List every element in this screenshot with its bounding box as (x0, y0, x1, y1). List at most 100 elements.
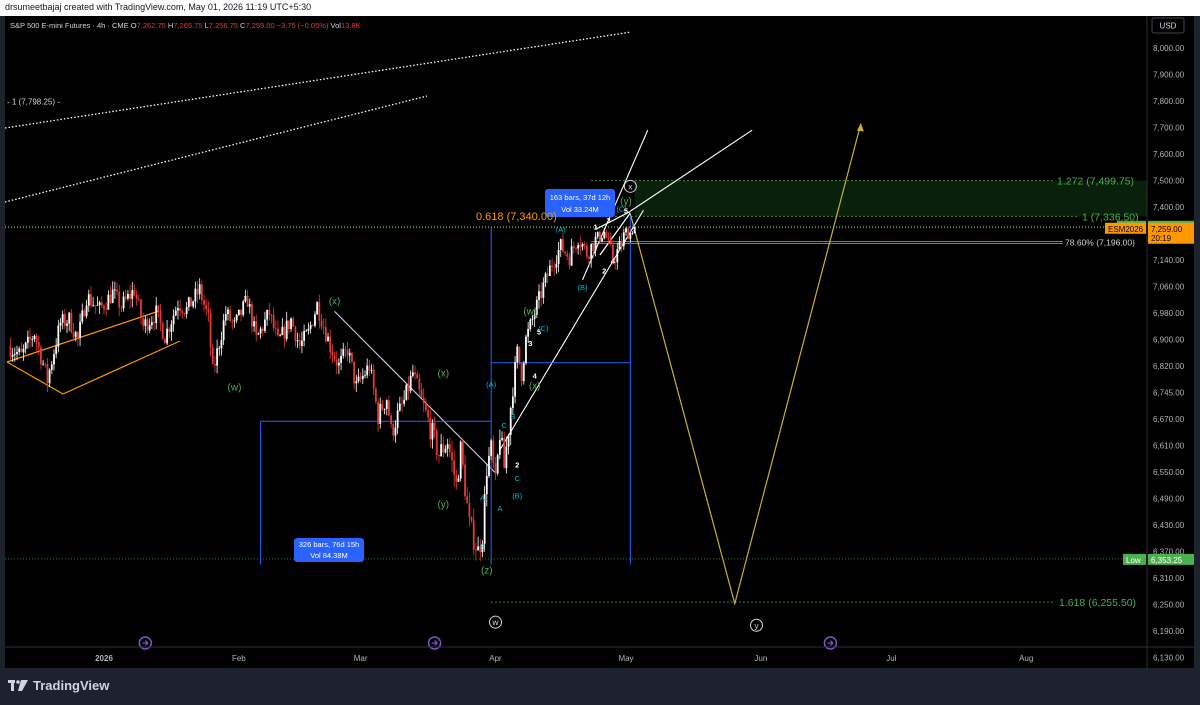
candle-body (85, 305, 88, 317)
candle-body (494, 462, 497, 474)
tradingview-logo[interactable]: TradingView (8, 678, 109, 693)
candle-body (335, 359, 338, 366)
candle-body (113, 289, 116, 291)
candle-body (98, 302, 101, 305)
candle-body (579, 245, 582, 247)
candle-body (18, 348, 21, 352)
candle-body (498, 439, 501, 455)
candle-body (242, 301, 245, 315)
candle-body (214, 363, 216, 366)
candle-body (488, 455, 490, 476)
candle-body (251, 304, 253, 327)
price-tick-label: 7,700.00 (1153, 124, 1185, 133)
candle-body (355, 381, 358, 384)
candle-body (601, 238, 603, 242)
candle-body (568, 256, 571, 266)
candle-body (470, 517, 473, 521)
candle-body (13, 354, 16, 356)
candle-body (81, 310, 84, 322)
candle-body (211, 347, 214, 364)
candle-body (231, 320, 234, 322)
candle-body (440, 444, 443, 456)
legend-value: 13.8K (341, 21, 361, 30)
candle-body (357, 376, 360, 382)
candle-body (48, 369, 51, 384)
candle-body (525, 336, 527, 363)
legend-value: 7,262.75 (137, 21, 168, 30)
candle-body (451, 452, 453, 461)
candle-body (472, 520, 475, 550)
fib-786-label: 78.60% (7,196.00) (1065, 237, 1135, 247)
candle-body (298, 340, 301, 346)
candle-body (344, 349, 347, 350)
candle-body (629, 233, 632, 240)
wave-label: 2 (515, 461, 519, 470)
candle-body (55, 346, 58, 355)
candle-body (555, 263, 558, 268)
wave-label: (w) (523, 307, 537, 318)
candle-body (429, 417, 432, 440)
candle-body (316, 302, 319, 315)
candle-body (122, 296, 125, 309)
candle-body (477, 546, 479, 551)
candle-body (96, 304, 99, 306)
candle-body (385, 400, 388, 409)
candle-body (266, 310, 269, 320)
candle-body (53, 354, 55, 365)
price-tick-label: 6,250.00 (1153, 601, 1185, 610)
candle-body (155, 305, 158, 323)
price-tick-label: 7,900.00 (1153, 71, 1185, 80)
candle-body (381, 403, 384, 410)
candle-body (33, 335, 36, 340)
price-tick-label: 6,190.00 (1153, 627, 1185, 636)
measure-box-1-line2: Vol 33.24M (561, 205, 599, 214)
candle-body (398, 403, 401, 411)
candle-body (20, 348, 23, 353)
price-tick-label: 6,310.00 (1153, 574, 1185, 583)
candle-body (94, 305, 97, 307)
candle-body (87, 294, 90, 306)
candle-body (585, 245, 588, 257)
candle-body (468, 503, 471, 518)
candle-body (448, 444, 451, 453)
candle-body (207, 309, 210, 313)
candle-body (401, 403, 403, 405)
candle-body (50, 364, 53, 370)
candle-body (192, 301, 195, 307)
candle-body (507, 434, 510, 447)
currency-label[interactable]: USD (1160, 22, 1177, 31)
price-tick-label: 6,670.00 (1153, 415, 1185, 424)
candle-body (390, 415, 392, 424)
candle-body (527, 328, 530, 337)
candle-body (577, 245, 580, 249)
candle-body (359, 376, 362, 379)
price-chart[interactable]: 163 bars, 37d 12h Vol 33.24M 326 bars, 76d… (4, 16, 1194, 689)
time-tick-label: Jul (886, 654, 896, 663)
candle-body (205, 304, 208, 310)
price-badge-countdown: 20:19 (1151, 234, 1172, 243)
candle-body (222, 320, 225, 341)
candle-body (92, 305, 95, 307)
candle-body (327, 336, 329, 342)
candle-body (74, 332, 77, 338)
candle-body (37, 341, 40, 348)
candle-body (142, 318, 145, 326)
candle-body (272, 314, 275, 328)
candle-body (144, 319, 147, 326)
candle-body (370, 369, 373, 371)
wave-label: (y) (437, 499, 449, 510)
candle-body (594, 236, 597, 251)
candle-body (57, 325, 60, 347)
wave-label: C (501, 421, 507, 430)
candle-body (455, 475, 458, 482)
candle-body (599, 231, 601, 242)
wave-label: 5 (537, 328, 541, 337)
candle-body (296, 340, 299, 342)
chart-frame[interactable]: 163 bars, 37d 12h Vol 33.24M 326 bars, 76d… (4, 16, 1194, 689)
candle-body (301, 340, 303, 346)
candle-body (107, 294, 110, 310)
candle-body (187, 297, 190, 308)
candle-body (564, 251, 566, 254)
time-tick-label: 2026 (95, 654, 113, 663)
candle-body (285, 320, 288, 339)
